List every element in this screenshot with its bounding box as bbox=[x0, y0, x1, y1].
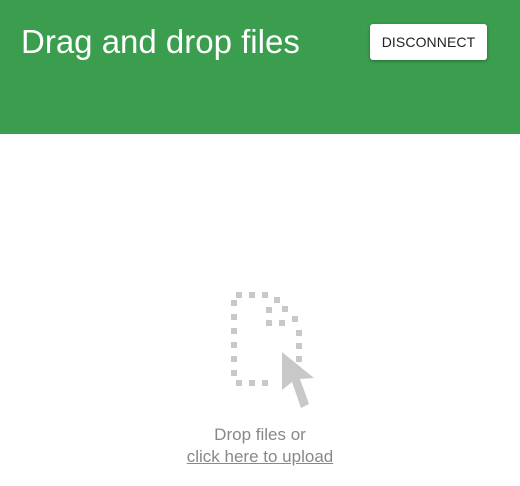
app-page: Drag and drop files DISCONNECT Drop file… bbox=[0, 0, 520, 486]
header-bar: Drag and drop files DISCONNECT bbox=[0, 0, 520, 134]
disconnect-button[interactable]: DISCONNECT bbox=[370, 24, 487, 60]
page-title: Drag and drop files bbox=[21, 23, 300, 60]
drop-zone[interactable]: Drop files or click here to upload bbox=[0, 134, 520, 486]
upload-link[interactable]: click here to upload bbox=[187, 447, 333, 466]
dotted-file-with-cursor-icon bbox=[231, 292, 314, 408]
drop-files-text: Drop files or bbox=[214, 425, 306, 444]
